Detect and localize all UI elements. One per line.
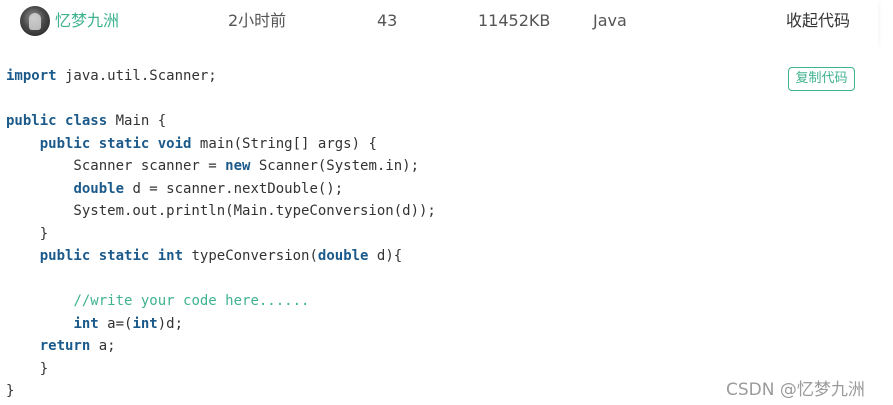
code-line: int a=(int)d; [6,313,436,336]
code-line: public static void main(String[] args) { [6,133,436,156]
submit-time: 2小时前 [228,11,287,30]
code-keyword: public [39,135,91,152]
user-avatar-icon[interactable] [20,6,50,36]
code-text: } [6,360,49,377]
run-time-value: 43 [377,11,398,30]
code-text: java.util.Scanner; [56,68,217,84]
code-text: Main { [107,113,167,129]
code-keyword: static [98,135,150,152]
code-line: } [6,223,436,246]
collapse-code-button[interactable]: 收起代码 [786,10,850,32]
memory-value: 11452KB [478,11,551,30]
code-keyword: import [6,68,57,84]
code-keyword: new [225,158,251,174]
code-text: a; [90,338,116,354]
code-text: Scanner scanner = [6,158,226,174]
code-text: d){ [368,248,403,264]
code-keyword: int [157,248,184,264]
code-keyword: class [65,113,108,129]
code-text: d = scanner.nextDouble(); [124,180,344,197]
copy-code-button[interactable]: 复制代码 [788,67,855,91]
code-line: double d = scanner.nextDouble(); [6,178,436,201]
code-line: public class Main { [6,110,436,133]
code-keyword: double [73,180,125,197]
code-text: )d; [157,315,184,332]
code-line: import java.util.Scanner; [6,65,436,88]
code-text: typeConversion( [183,248,318,264]
code-line: } [6,358,436,381]
username-link[interactable]: 忆梦九洲 [55,10,119,32]
code-keyword: public [6,113,57,129]
code-text: a=( [98,315,133,332]
code-text: } [6,225,49,242]
code-line: } [6,380,436,403]
code-keyword: return [39,338,91,354]
code-keyword: public [39,248,91,264]
code-text: main(String[] args) { [191,135,377,152]
code-line: System.out.println(Main.typeConversion(d… [6,200,436,223]
code-text: Scanner(System.in); [250,158,420,174]
code-keyword: void [157,135,192,152]
code-text: } [6,383,15,399]
code-line: return a; [6,335,436,358]
code-keyword: int [132,315,158,332]
code-keyword: static [98,248,150,264]
code-comment: //write your code here...... [73,293,310,309]
code-text: System.out.println(Main.typeConversion(d… [6,203,436,219]
code-line: //write your code here...... [6,290,436,313]
code-line: public static int typeConversion(double … [6,245,436,268]
code-line: Scanner scanner = new Scanner(System.in)… [6,155,436,178]
submission-header: 忆梦九洲 2小时前 43 11452KB Java 收起代码 [0,0,878,46]
code-keyword: int [73,315,99,332]
code-block: import java.util.Scanner; public class Ma… [6,65,436,403]
code-keyword: double [317,248,369,264]
watermark: CSDN @忆梦九洲 [726,380,865,400]
language-label: Java [593,11,627,30]
